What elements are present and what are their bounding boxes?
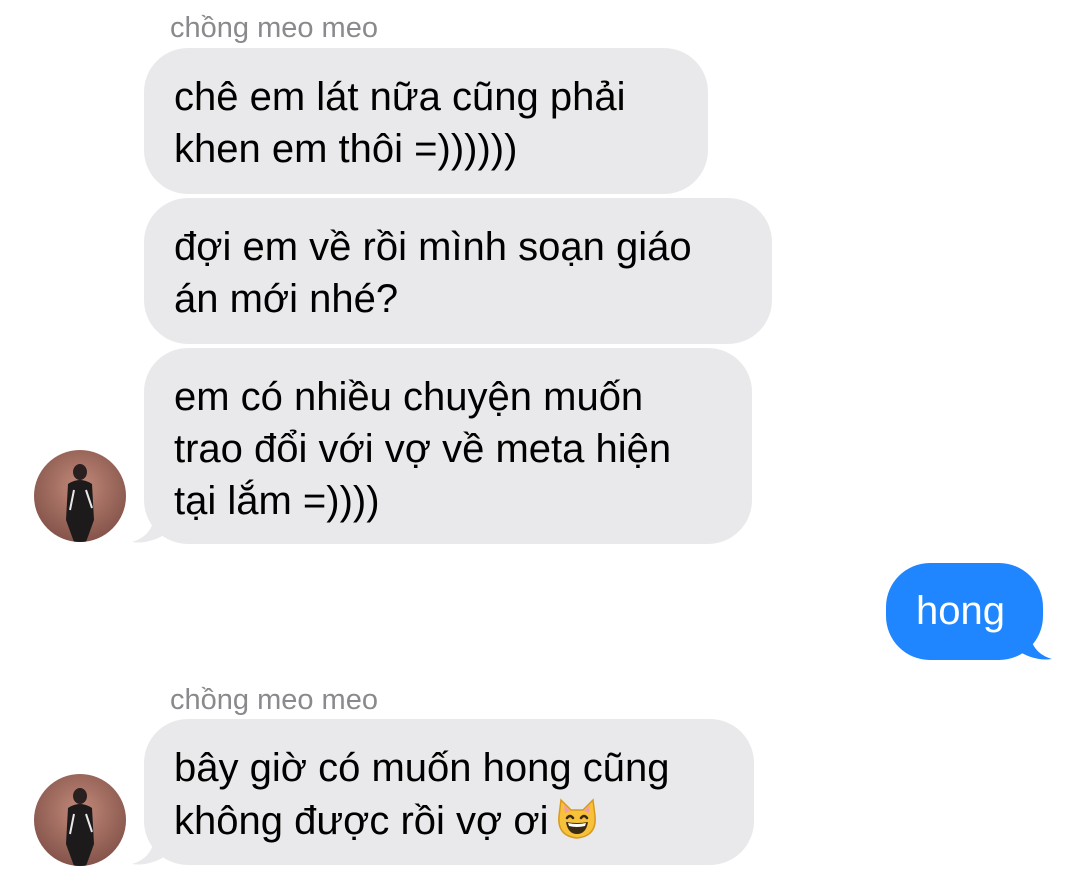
contact-avatar[interactable]	[34, 774, 126, 866]
message-line: không được rồi vợ ơi	[174, 794, 724, 847]
sender-name: chồng meo meo	[170, 684, 378, 716]
message-text: hong	[916, 589, 1005, 633]
message-line: bây giờ có muốn hong cũng	[174, 746, 670, 790]
incoming-message-bubble[interactable]: em có nhiều chuyện muốn trao đổi với vợ …	[144, 348, 752, 544]
outgoing-bubble-tail	[1016, 631, 1052, 660]
message-line: tại lắm =))))	[174, 479, 380, 523]
contact-avatar-image	[34, 774, 126, 866]
sender-name: chồng meo meo	[170, 12, 378, 44]
incoming-message-bubble[interactable]: đợi em về rồi mình soạn giáo án mới nhé?	[144, 198, 772, 344]
grinning-cat-emoji-icon	[557, 798, 596, 839]
message-line: chê em lát nữa cũng phải	[174, 75, 626, 119]
contact-avatar-image	[34, 450, 126, 542]
message-line: khen em thôi =))))))	[174, 127, 518, 171]
message-line: em có nhiều chuyện muốn	[174, 375, 644, 419]
incoming-message-bubble[interactable]: bây giờ có muốn hong cũng không được rồi…	[144, 719, 754, 865]
message-line-text: không được rồi vợ ơi	[174, 799, 549, 843]
message-line: trao đổi với vợ về meta hiện	[174, 427, 672, 471]
message-line: án mới nhé?	[174, 277, 399, 321]
incoming-message-bubble[interactable]: chê em lát nữa cũng phải khen em thôi =)…	[144, 48, 708, 194]
incoming-bubble-tail	[132, 514, 168, 543]
contact-avatar[interactable]	[34, 450, 126, 542]
message-line: đợi em về rồi mình soạn giáo	[174, 225, 692, 269]
incoming-bubble-tail	[132, 836, 168, 865]
